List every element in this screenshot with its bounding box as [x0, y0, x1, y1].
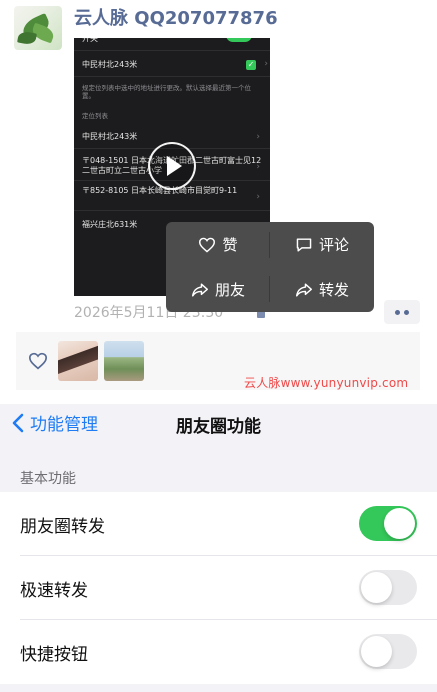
forward-icon: [295, 282, 312, 297]
forward-label: 转发: [318, 281, 349, 299]
video-toggle: [226, 38, 252, 42]
video-current-location: 中民村北243米: [82, 60, 138, 69]
navigation-bar: 功能管理 朋友圈功能: [0, 404, 437, 442]
row-label: 朋友圈转发: [20, 517, 105, 537]
play-icon[interactable]: [148, 142, 196, 190]
video-location-2: 〒852-8105 日本长崎县长崎市目觉町9-11: [82, 186, 238, 195]
liker-avatar[interactable]: [58, 341, 98, 381]
poster-name[interactable]: 云人脉 QQ207077876: [74, 4, 278, 30]
video-toggle-label: 开关: [82, 38, 98, 43]
share-moments-button[interactable]: 朋友: [166, 267, 270, 312]
moments-forward-toggle[interactable]: [359, 506, 417, 541]
forward-button[interactable]: 转发: [270, 267, 374, 312]
like-label: 赞: [222, 236, 238, 254]
video-location-3: 福兴庄北631米: [82, 220, 138, 229]
poster-avatar[interactable]: [14, 6, 62, 50]
like-button[interactable]: 赞: [166, 222, 270, 267]
liker-avatar[interactable]: [104, 341, 144, 381]
settings-list: 朋友圈转发 极速转发 快捷按钮: [0, 492, 437, 684]
fast-forward-toggle[interactable]: [359, 570, 417, 605]
shortcut-button-toggle[interactable]: [359, 634, 417, 669]
check-icon: ✓: [246, 60, 256, 70]
comment-label: 评论: [318, 236, 349, 254]
comment-icon: [296, 237, 312, 252]
heart-icon: [199, 237, 216, 253]
row-label: 快捷按钮: [20, 645, 88, 665]
action-menu: 赞 评论 朋友 转发: [166, 222, 374, 312]
video-note: 规定位列表中选中的地址进行更改。默认选择最近第一个位置。: [82, 84, 251, 100]
settings-row-moments-forward[interactable]: 朋友圈转发: [0, 492, 437, 556]
comment-button[interactable]: 评论: [270, 222, 374, 267]
share-moments-label: 朋友: [214, 281, 245, 299]
page-title: 朋友圈功能: [176, 417, 261, 437]
settings-panel: 功能管理 朋友圈功能 基本功能 朋友圈转发 极速转发 快捷按钮: [0, 404, 437, 692]
more-button[interactable]: [384, 300, 420, 324]
settings-row-shortcut-button[interactable]: 快捷按钮: [0, 620, 437, 684]
row-label: 极速转发: [20, 581, 88, 601]
section-header: 基本功能: [20, 471, 76, 487]
video-location-0: 中民村北243米: [82, 132, 138, 141]
settings-row-fast-forward[interactable]: 极速转发: [0, 556, 437, 620]
video-list-header: 定位列表: [82, 112, 108, 120]
heart-icon: [28, 352, 48, 370]
share-icon: [191, 282, 208, 297]
watermark-text: 云人脉www.yunyunvip.com: [244, 376, 409, 390]
